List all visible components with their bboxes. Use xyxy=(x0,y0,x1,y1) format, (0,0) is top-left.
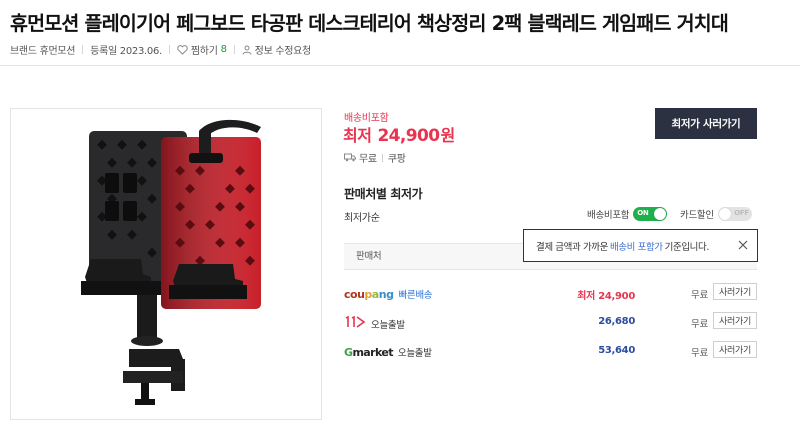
seller-price: 최저 24,900 xyxy=(577,287,635,302)
wish-label: 찜하기 xyxy=(190,46,218,57)
card-toggle-group[interactable]: 카드할인 OFF xyxy=(680,207,752,221)
price-unit: 원 xyxy=(440,126,456,145)
seller-cell: 오늘출발 xyxy=(344,315,405,331)
brand-link[interactable]: 브랜드 휴먼모션 xyxy=(10,42,75,57)
seller-price-prefix: 최저 xyxy=(577,291,596,302)
report-button[interactable]: 정보 수정요청 xyxy=(242,42,311,57)
tooltip-text-before: 결제 금액과 가까운 xyxy=(536,241,608,253)
gmarket-logo: Gmarket xyxy=(344,345,393,359)
divider xyxy=(381,153,383,162)
toggle-knob xyxy=(718,208,731,220)
divider xyxy=(233,45,235,54)
wish-button[interactable]: 찜하기 8 xyxy=(177,42,227,57)
registered-date: 등록일 2023.06. xyxy=(90,46,162,57)
buy-button[interactable]: 사러가기 xyxy=(713,283,757,300)
seller-shipping: 무료 xyxy=(691,348,708,359)
toggle-state: ON xyxy=(637,209,649,217)
seller-sub: 오늘출발 xyxy=(397,348,432,359)
close-icon[interactable] xyxy=(737,239,749,251)
heart-icon xyxy=(177,44,188,55)
tooltip-text-after: 기준입니다. xyxy=(664,241,710,253)
tooltip-highlight: 배송비 포함가 xyxy=(609,241,663,253)
report-label: 정보 수정요청 xyxy=(254,46,312,57)
truck-icon xyxy=(344,153,356,162)
seller-row-gmarket[interactable]: Gmarket 오늘출발 53,640 무료 사러가기 xyxy=(344,338,757,366)
seller-row-11st[interactable]: 오늘출발 26,680 무료 사러가기 xyxy=(344,309,757,337)
wish-count: 8 xyxy=(220,44,227,55)
delivery-fee: 무료 xyxy=(359,154,377,165)
delivery-seller: 쿠팡 xyxy=(387,154,406,165)
card-toggle-label: 카드할인 xyxy=(680,210,714,221)
product-meta: 브랜드 휴먼모션 등록일 2023.06. 찜하기 8 정보 수정요청 xyxy=(10,42,311,57)
product-title: 휴먼모션 플레이기어 페그보드 타공판 데스크테리어 책상정리 2팩 블랙레드 … xyxy=(10,12,729,35)
seller-shipping: 무료 xyxy=(691,290,708,301)
toggle-state: OFF xyxy=(734,209,749,217)
buy-lowest-button[interactable]: 최저가 사러가기 xyxy=(655,108,757,139)
buy-button[interactable]: 사러가기 xyxy=(713,341,757,358)
lowest-price: 최저 24,900 원 xyxy=(343,122,455,146)
coupang-logo: coupang xyxy=(344,287,394,301)
price-value: 24,900 xyxy=(377,126,440,146)
divider xyxy=(82,45,84,54)
product-image[interactable] xyxy=(10,108,322,420)
card-toggle[interactable]: OFF xyxy=(717,207,752,221)
shipping-toggle-group[interactable]: 배송비포함 ON xyxy=(587,207,668,221)
seller-row-coupang[interactable]: coupang 빠른배송 최저 24,900 무료 사러가기 xyxy=(344,280,757,308)
seller-price-value: 24,900 xyxy=(598,291,635,302)
seller-sub: 오늘출발 xyxy=(371,319,405,331)
header-divider xyxy=(0,65,800,66)
seller-price: 26,680 xyxy=(598,316,635,327)
seller-sub: 빠른배송 xyxy=(398,290,433,301)
seller-shipping: 무료 xyxy=(691,319,708,330)
divider xyxy=(168,45,170,54)
seller-cell: coupang 빠른배송 xyxy=(344,287,433,302)
shipping-toggle-label: 배송비포함 xyxy=(587,210,630,221)
toggle-knob xyxy=(654,208,667,220)
seller-cell: Gmarket 오늘출발 xyxy=(344,345,432,360)
11st-logo xyxy=(344,315,366,331)
buy-button[interactable]: 사러가기 xyxy=(713,312,757,329)
sort-lowest-price[interactable]: 최저가순 xyxy=(344,209,380,224)
sellers-section-title: 판매처별 최저가 xyxy=(344,187,423,201)
pegboard-illustration xyxy=(81,119,261,405)
user-icon xyxy=(242,45,252,55)
price-prefix: 최저 xyxy=(343,126,372,145)
shipping-toggle[interactable]: ON xyxy=(633,207,668,221)
delivery-info: 무료 쿠팡 xyxy=(344,150,406,165)
seller-price: 53,640 xyxy=(598,345,635,356)
shipping-tooltip: 결제 금액과 가까운 배송비 포함가 기준입니다. xyxy=(523,229,758,262)
